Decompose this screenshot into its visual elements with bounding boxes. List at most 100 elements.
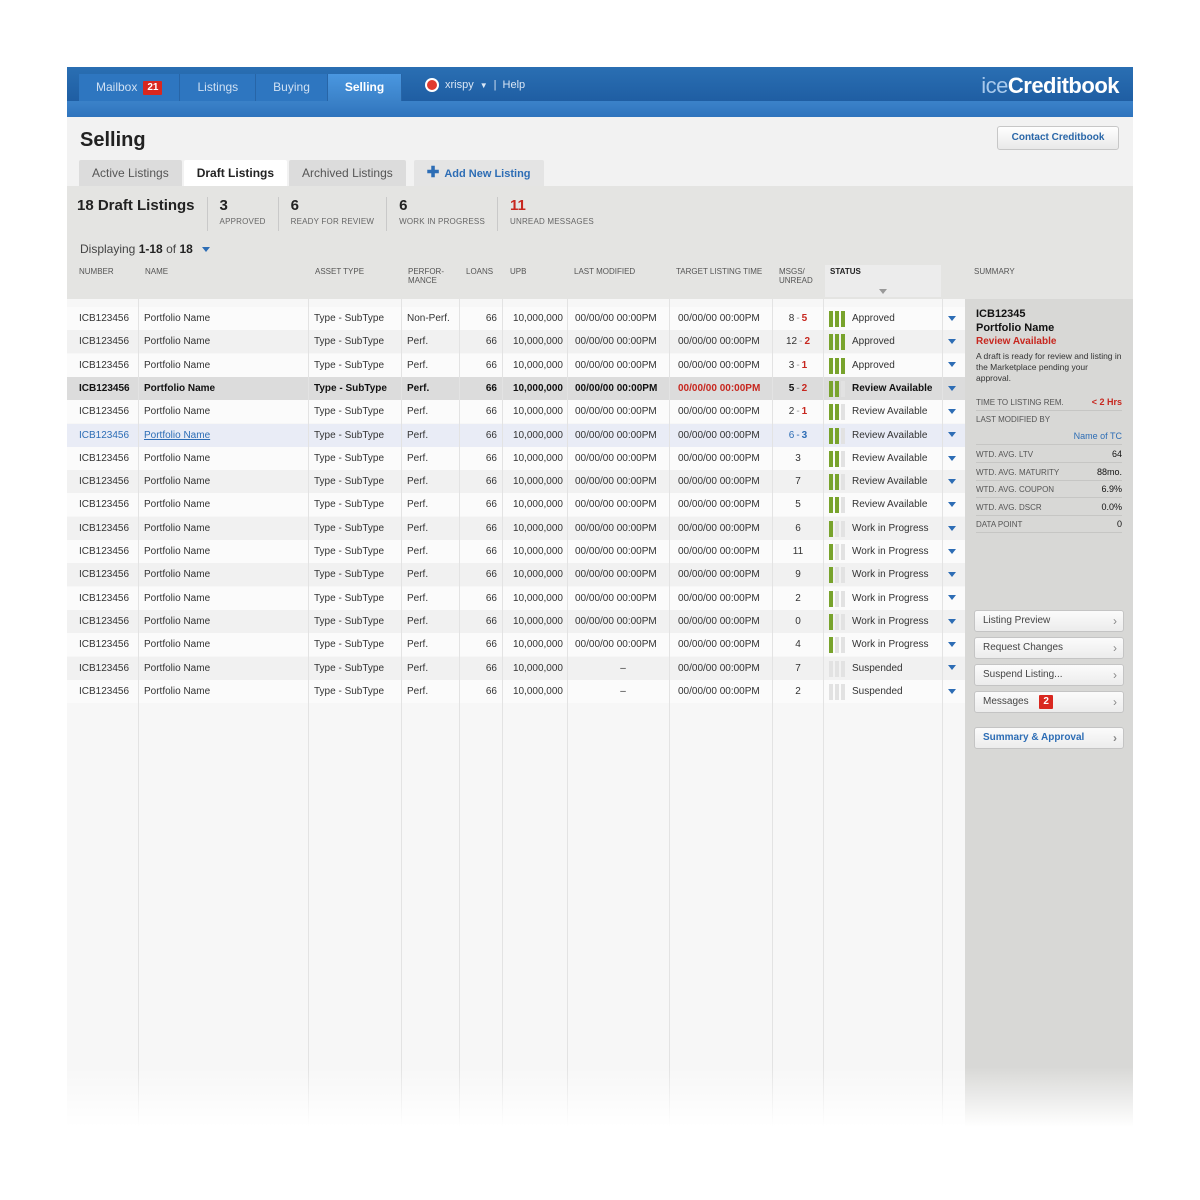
portfolio-name-link[interactable]: Portfolio Name bbox=[144, 307, 304, 330]
portfolio-name-link[interactable]: Portfolio Name bbox=[144, 657, 304, 680]
chevron-down-icon[interactable] bbox=[948, 409, 956, 415]
table-row[interactable]: ICB123456 Portfolio Name Type - SubType Per… bbox=[67, 353, 965, 377]
chevron-down-icon[interactable] bbox=[948, 362, 956, 368]
table-row[interactable]: ICB123456 Portfolio Name Type - SubType Per… bbox=[67, 493, 965, 517]
column-header-asset-type[interactable]: ASSET TYPE bbox=[315, 267, 364, 276]
messages-unread[interactable]: 0 bbox=[777, 610, 819, 633]
request-changes-button[interactable]: Request Changes › bbox=[974, 637, 1124, 659]
messages-unread[interactable]: 6-3 bbox=[777, 424, 819, 447]
row-actions[interactable] bbox=[948, 633, 960, 656]
portfolio-name-link[interactable]: Portfolio Name bbox=[144, 680, 304, 703]
help-link[interactable]: Help bbox=[503, 79, 526, 91]
chevron-down-icon[interactable] bbox=[948, 315, 956, 321]
chevron-down-icon[interactable] bbox=[948, 665, 956, 671]
column-header-msgs-unread[interactable]: MSGS/UNREAD bbox=[779, 267, 813, 285]
column-header-last-modified[interactable]: LAST MODIFIED bbox=[574, 267, 635, 276]
messages-unread[interactable]: 11 bbox=[777, 540, 819, 563]
add-new-listing-button[interactable]: ✚ Add New Listing bbox=[413, 160, 544, 186]
row-actions[interactable] bbox=[948, 377, 960, 400]
messages-unread[interactable]: 2-1 bbox=[777, 400, 819, 423]
column-header-target-listing-time[interactable]: TARGET LISTING TIME bbox=[676, 267, 762, 276]
column-header-number[interactable]: NUMBER bbox=[79, 267, 114, 276]
suspend-listing-button[interactable]: Suspend Listing... › bbox=[974, 664, 1124, 686]
chevron-down-icon[interactable]: ▼ bbox=[480, 81, 488, 90]
tab-active-listings[interactable]: Active Listings bbox=[79, 160, 182, 186]
row-actions[interactable] bbox=[948, 680, 960, 703]
row-actions[interactable] bbox=[948, 587, 960, 610]
messages-unread[interactable]: 5 bbox=[777, 493, 819, 516]
portfolio-name-link[interactable]: Portfolio Name bbox=[144, 540, 304, 563]
table-row[interactable]: ICB123456 Portfolio Name Type - SubType Per… bbox=[67, 446, 965, 470]
chevron-down-icon[interactable] bbox=[202, 247, 211, 253]
table-row[interactable]: ICB123456 Portfolio Name Type - SubType Per… bbox=[67, 423, 965, 447]
chevron-down-icon[interactable] bbox=[948, 525, 956, 531]
chevron-down-icon[interactable] bbox=[948, 455, 956, 461]
contact-creditbook-button[interactable]: Contact Creditbook bbox=[997, 126, 1119, 150]
row-actions[interactable] bbox=[948, 493, 960, 516]
messages-unread[interactable]: 9 bbox=[777, 563, 819, 586]
nav-tab-listings[interactable]: Listings bbox=[180, 74, 257, 101]
chevron-down-icon[interactable] bbox=[948, 642, 956, 648]
row-actions[interactable] bbox=[948, 517, 960, 540]
messages-unread[interactable]: 5-2 bbox=[777, 377, 819, 400]
messages-button[interactable]: Messages 2 › bbox=[974, 691, 1124, 713]
table-row[interactable]: ICB123456 Portfolio Name Type - SubType Per… bbox=[67, 516, 965, 540]
row-actions[interactable] bbox=[948, 354, 960, 377]
table-row[interactable]: ICB123456 Portfolio Name Type - SubType Per… bbox=[67, 330, 965, 354]
table-row[interactable]: ICB123456 Portfolio Name Type - SubType Per… bbox=[67, 563, 965, 587]
summary-approval-button[interactable]: Summary & Approval › bbox=[974, 727, 1124, 749]
tab-draft-listings[interactable]: Draft Listings bbox=[183, 160, 288, 186]
nav-tab-mailbox[interactable]: Mailbox 21 bbox=[79, 74, 181, 101]
nav-tab-selling[interactable]: Selling bbox=[327, 74, 403, 101]
table-row[interactable]: ICB123456 Portfolio Name Type - SubType Per… bbox=[67, 633, 965, 657]
chevron-down-icon[interactable] bbox=[948, 502, 956, 508]
row-actions[interactable] bbox=[948, 610, 960, 633]
table-row[interactable]: ICB123456 Portfolio Name Type - SubType Non… bbox=[67, 307, 965, 330]
portfolio-name-link[interactable]: Portfolio Name bbox=[144, 493, 304, 516]
portfolio-name-link[interactable]: Portfolio Name bbox=[144, 563, 304, 586]
portfolio-name-link[interactable]: Portfolio Name bbox=[144, 400, 304, 423]
tab-archived-listings[interactable]: Archived Listings bbox=[289, 160, 406, 186]
portfolio-name-link[interactable]: Portfolio Name bbox=[144, 377, 304, 400]
table-row[interactable]: ICB123456 Portfolio Name Type - SubType Per… bbox=[67, 586, 965, 610]
table-row[interactable]: ICB123456 Portfolio Name Type - SubType Per… bbox=[67, 470, 965, 494]
messages-unread[interactable]: 2 bbox=[777, 587, 819, 610]
table-row[interactable]: ICB123456 Portfolio Name Type - SubType Per… bbox=[67, 376, 965, 400]
messages-unread[interactable]: 6 bbox=[777, 517, 819, 540]
column-header-upb[interactable]: UPB bbox=[510, 267, 526, 276]
table-row[interactable]: ICB123456 Portfolio Name Type - SubType Per… bbox=[67, 540, 965, 563]
portfolio-name-link[interactable]: Portfolio Name bbox=[144, 424, 304, 447]
messages-unread[interactable]: 8-5 bbox=[777, 307, 819, 330]
row-actions[interactable] bbox=[948, 424, 960, 447]
table-row[interactable]: ICB123456 Portfolio Name Type - SubType Per… bbox=[67, 400, 965, 424]
table-row[interactable]: ICB123456 Portfolio Name Type - SubType Per… bbox=[67, 656, 965, 680]
stat-unread-messages[interactable]: 11 UNREAD MESSAGES bbox=[497, 197, 606, 231]
portfolio-name-link[interactable]: Portfolio Name bbox=[144, 517, 304, 540]
column-header-performance[interactable]: PERFOR- MANCE bbox=[408, 267, 444, 285]
column-header-status[interactable]: STATUS bbox=[830, 267, 861, 276]
row-actions[interactable] bbox=[948, 307, 960, 330]
portfolio-name-link[interactable]: Portfolio Name bbox=[144, 587, 304, 610]
chevron-down-icon[interactable] bbox=[948, 339, 956, 345]
user-menu[interactable]: xrispy bbox=[445, 79, 474, 91]
chevron-down-icon[interactable] bbox=[948, 385, 956, 391]
row-actions[interactable] bbox=[948, 400, 960, 423]
chevron-down-icon[interactable] bbox=[948, 572, 956, 578]
portfolio-name-link[interactable]: Portfolio Name bbox=[144, 354, 304, 377]
row-actions[interactable] bbox=[948, 563, 960, 586]
chevron-down-icon[interactable] bbox=[948, 548, 956, 554]
chevron-down-icon[interactable] bbox=[948, 618, 956, 624]
messages-unread[interactable]: 7 bbox=[777, 470, 819, 493]
messages-unread[interactable]: 3-1 bbox=[777, 354, 819, 377]
chevron-down-icon[interactable] bbox=[948, 688, 956, 694]
portfolio-name-link[interactable]: Portfolio Name bbox=[144, 633, 304, 656]
chevron-down-icon[interactable] bbox=[948, 478, 956, 484]
column-header-loans[interactable]: LOANS bbox=[466, 267, 493, 276]
row-actions[interactable] bbox=[948, 657, 960, 680]
listing-preview-button[interactable]: Listing Preview › bbox=[974, 610, 1124, 632]
column-header-name[interactable]: NAME bbox=[145, 267, 168, 276]
messages-unread[interactable]: 7 bbox=[777, 657, 819, 680]
chevron-down-icon[interactable] bbox=[948, 595, 956, 601]
portfolio-name-link[interactable]: Portfolio Name bbox=[144, 330, 304, 353]
messages-unread[interactable]: 3 bbox=[777, 447, 819, 470]
